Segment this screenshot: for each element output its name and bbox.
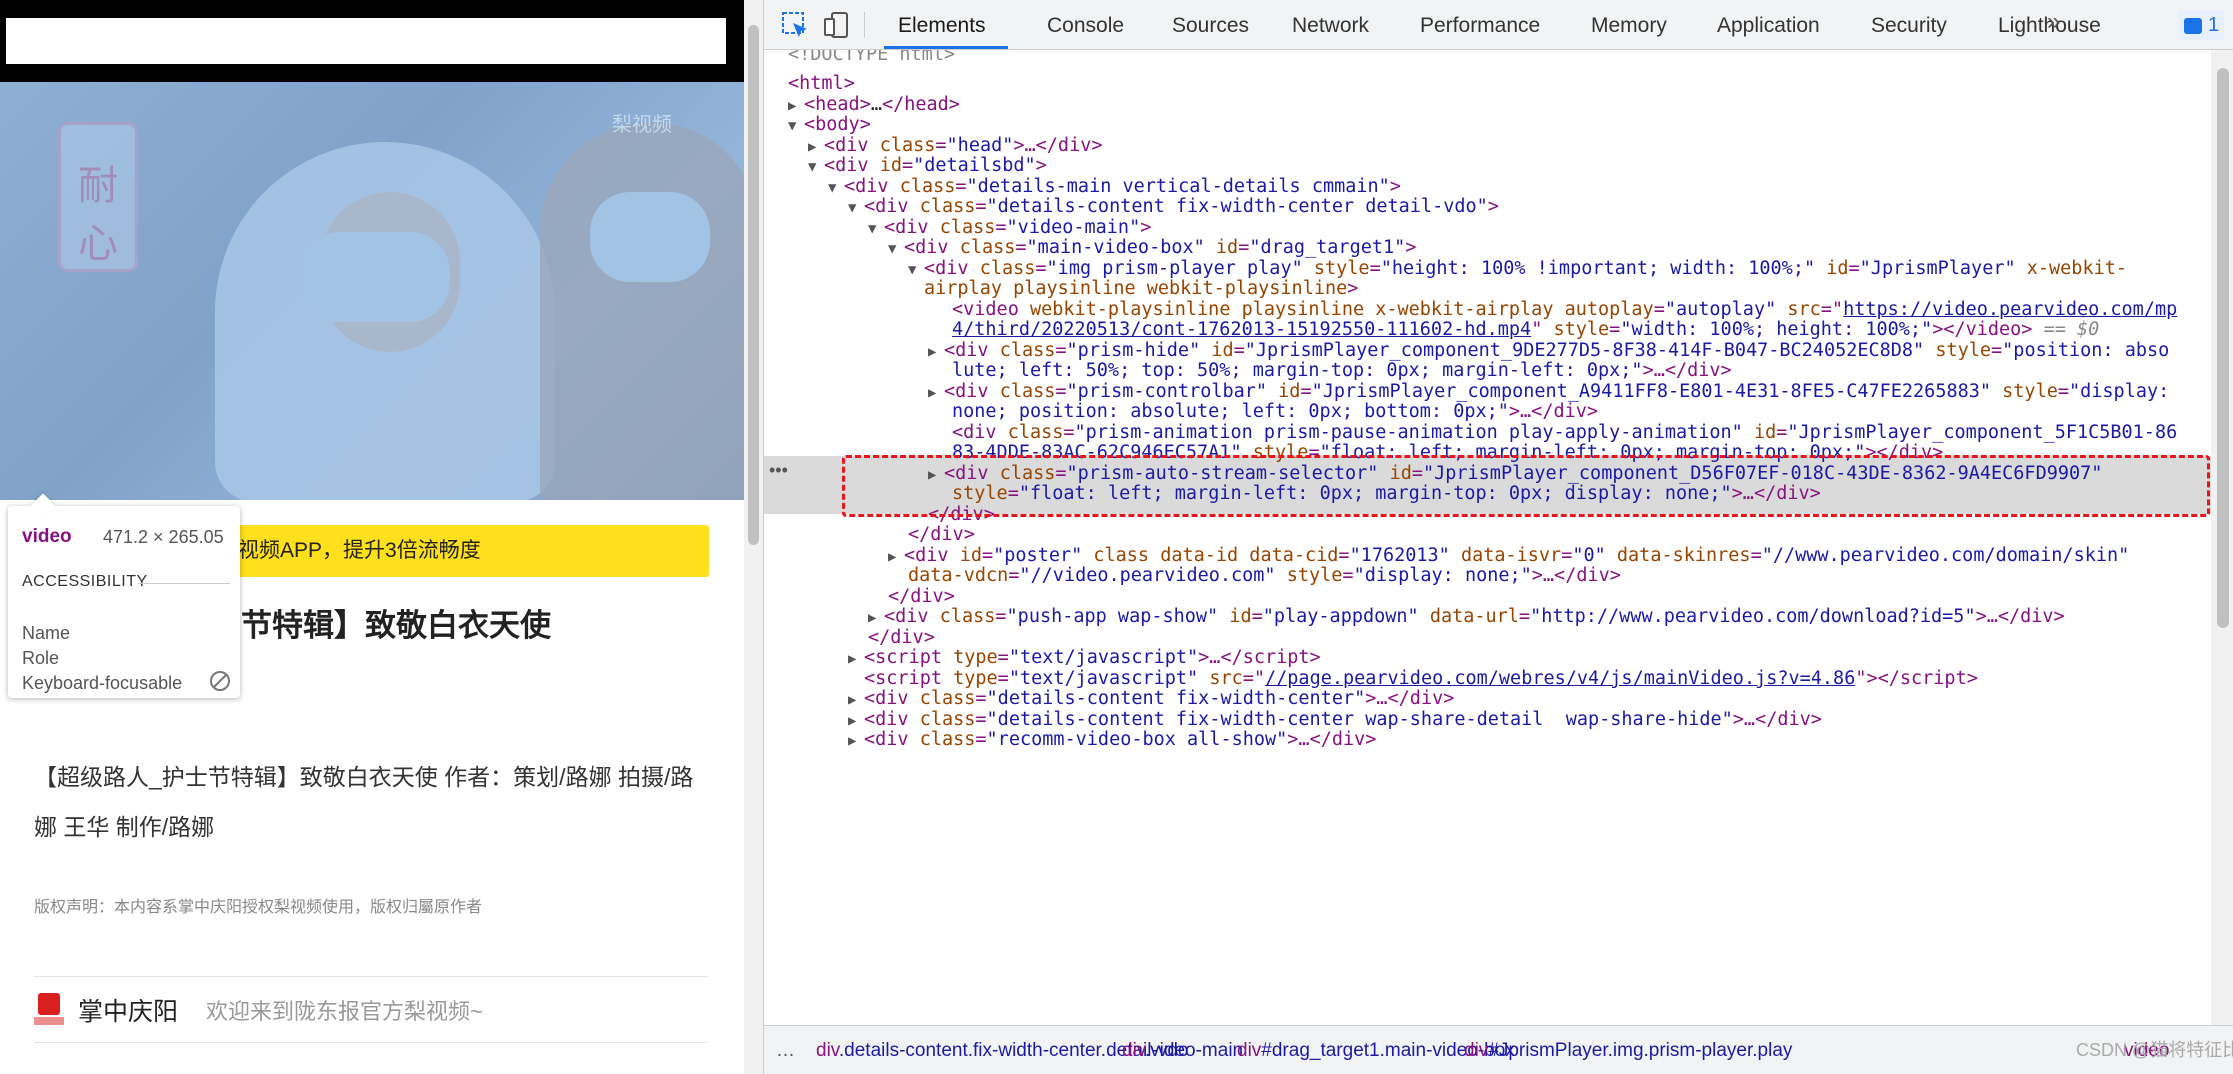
tooltip-row-name: Name — [22, 623, 71, 643]
divider — [34, 976, 708, 977]
tooltip-row-role: Role — [22, 648, 60, 668]
page-scrollbar[interactable] — [744, 0, 763, 1074]
issues-badge[interactable]: 1 — [2178, 10, 2224, 40]
inspect-tooltip: video 471.2 × 265.05 ACCESSIBILITY Name … — [8, 493, 240, 698]
elements-scrollbar-thumb[interactable] — [2217, 68, 2229, 628]
breadcrumb-item[interactable]: div#JprismPlayer.img.prism-player.play — [1464, 1026, 1792, 1074]
active-tab-indicator — [884, 46, 1008, 49]
tab-console[interactable]: Console — [1047, 0, 1124, 50]
devtools-panel: Elements Console Sources Network Perform… — [763, 0, 2233, 1074]
dom-breadcrumb: … div.details-content.fix-width-center.d… — [764, 1025, 2233, 1074]
csdn-watermark: CSDN @猫将特征比李肚 — [2076, 1040, 2233, 1060]
divider — [34, 1042, 708, 1043]
dom-line[interactable]: <!DOCTYPE html> — [788, 50, 955, 69]
video-title: 士节特辑】致敬白衣天使 — [210, 608, 551, 643]
page-preview: 耐心 梨视频 开梨视频APP，提升3倍流畅度 士节特辑】致敬白衣天使 【超级路人… — [0, 0, 763, 1074]
dom-line[interactable]: data-vdcn="//video.pearvideo.com" style=… — [908, 561, 1621, 590]
author-name[interactable]: 掌中庆阳 — [78, 992, 178, 1028]
device-toolbar-icon[interactable] — [822, 10, 852, 40]
tab-security[interactable]: Security — [1871, 0, 1947, 50]
more-tabs-chevron-icon[interactable]: » — [2047, 8, 2060, 36]
video-description: 【超级路人_护士节特辑】致敬白衣天使 作者：策划/路娜 拍摄/路娜 王华 制作/… — [34, 764, 694, 840]
page-scrollbar-thumb[interactable] — [748, 25, 759, 545]
tooltip-section-title: ACCESSIBILITY — [22, 573, 148, 590]
author-logo-icon — [34, 993, 64, 1027]
page-header-bar — [0, 0, 744, 82]
dom-line[interactable]: ▶ <div class="push-app wap-show" id="play… — [868, 602, 2065, 631]
not-allowed-icon — [210, 671, 230, 691]
elements-scrollbar[interactable] — [2211, 50, 2233, 1025]
selection-annotation-box — [842, 455, 2210, 517]
node-actions-dots[interactable]: ••• — [769, 460, 788, 481]
tooltip-separator — [138, 583, 230, 584]
screen: 耐心 梨视频 开梨视频APP，提升3倍流畅度 士节特辑】致敬白衣天使 【超级路人… — [0, 0, 2233, 1074]
author-description: 欢迎来到陇东报官方梨视频~ — [206, 999, 483, 1024]
tab-elements[interactable]: Elements — [898, 0, 986, 50]
toolbar-separator — [864, 12, 865, 38]
tooltip-dimensions: 471.2 × 265.05 — [103, 527, 224, 547]
tab-network[interactable]: Network — [1292, 0, 1369, 50]
tooltip-tag-name: video — [22, 526, 72, 547]
tab-application[interactable]: Application — [1717, 0, 1820, 50]
tab-sources[interactable]: Sources — [1172, 0, 1249, 50]
copyright-notice: 版权声明：本内容系掌中庆阳授权梨视频使用，版权归屬原作者 — [34, 899, 483, 916]
elements-tree: ••• <!DOCTYPE html> <html> ▶ <head>…</hea… — [764, 50, 2211, 1025]
inspect-highlight — [0, 82, 744, 500]
issues-icon — [2184, 17, 2202, 34]
tooltip-row-keyboard-focusable: Keyboard-focusable — [22, 673, 183, 693]
page-header-search-box[interactable] — [6, 18, 726, 64]
breadcrumb-overflow[interactable]: … — [776, 1026, 795, 1074]
issues-count: 1 — [2208, 14, 2220, 36]
inspect-element-icon[interactable] — [780, 10, 810, 40]
dom-line[interactable]: ▶ <div class="recomm-video-box all-show">… — [848, 725, 1376, 754]
tab-memory[interactable]: Memory — [1591, 0, 1667, 50]
author-row[interactable]: 掌中庆阳 欢迎来到陇东报官方梨视频~ — [34, 990, 483, 1030]
devtools-tabbar: Elements Console Sources Network Perform… — [764, 0, 2233, 50]
tab-performance[interactable]: Performance — [1420, 0, 1540, 50]
breadcrumb-item[interactable]: div.video-main — [1122, 1026, 1243, 1074]
app-download-banner[interactable]: 开梨视频APP，提升3倍流畅度 — [176, 525, 709, 577]
